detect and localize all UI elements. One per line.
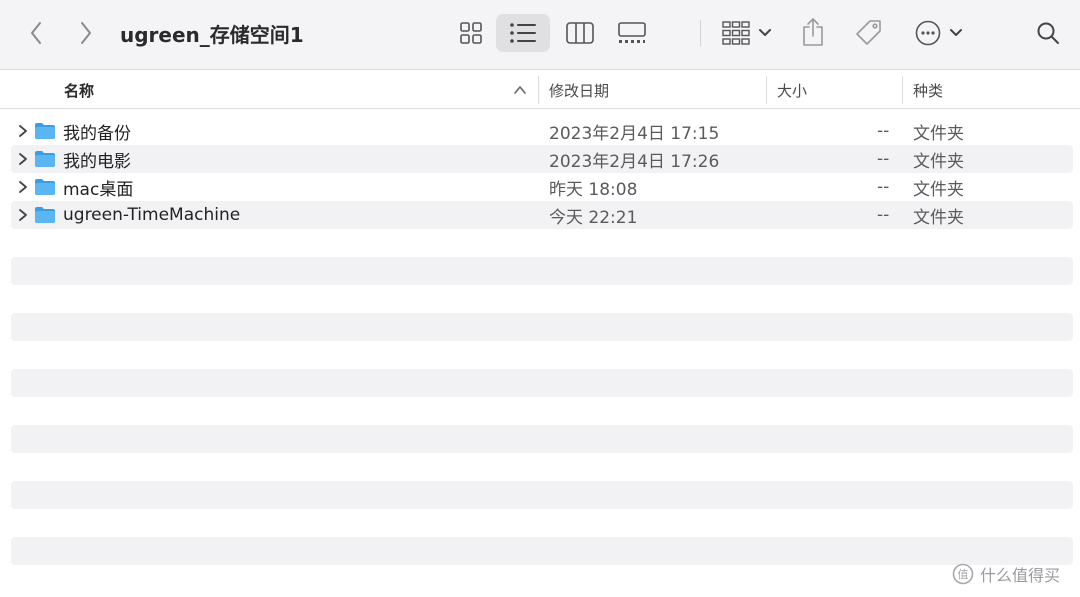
icon-view-button[interactable]	[454, 18, 488, 48]
toolbar-divider	[700, 20, 701, 46]
group-icon	[722, 21, 750, 45]
folder-icon	[35, 151, 55, 167]
group-button[interactable]	[718, 16, 776, 50]
list-view-button[interactable]	[496, 14, 550, 52]
file-name: 我的备份	[63, 123, 131, 144]
column-kind-header[interactable]: 种类	[913, 71, 943, 109]
column-divider[interactable]	[766, 76, 767, 104]
file-size: --	[877, 177, 890, 197]
chevron-down-icon	[759, 29, 771, 36]
file-row[interactable]: ugreen-TimeMachine 今天 22:21 -- 文件夹	[11, 201, 1073, 229]
file-date: 今天 22:21	[549, 207, 638, 228]
list-view-icon	[510, 23, 536, 43]
empty-row-stripe	[11, 257, 1073, 285]
file-date: 2023年2月4日 17:15	[549, 123, 720, 144]
chevron-right-icon	[81, 22, 91, 44]
file-name: mac桌面	[63, 179, 134, 200]
folder-icon	[35, 123, 55, 139]
sort-ascending-icon[interactable]	[512, 83, 528, 97]
column-header: 名称 修改日期 大小 种类	[0, 71, 1080, 109]
empty-row-stripe	[11, 537, 1073, 565]
disclosure-triangle-icon[interactable]	[17, 124, 29, 138]
toolbar: ugreen_存储空间1	[0, 0, 1080, 70]
gallery-view-icon	[618, 22, 646, 43]
file-date: 昨天 18:08	[549, 179, 638, 200]
empty-row-stripe	[11, 313, 1073, 341]
share-icon	[803, 18, 823, 46]
watermark-logo-icon: 值	[952, 563, 974, 585]
file-kind: 文件夹	[913, 151, 964, 172]
file-row[interactable]: mac桌面 昨天 18:08 -- 文件夹	[11, 173, 1073, 201]
column-view-icon	[566, 22, 594, 44]
file-kind: 文件夹	[913, 123, 964, 144]
column-view-button[interactable]	[560, 18, 600, 48]
file-size: --	[877, 121, 890, 141]
column-name-header[interactable]: 名称	[64, 71, 94, 109]
file-size: --	[877, 149, 890, 169]
disclosure-triangle-icon[interactable]	[17, 152, 29, 166]
empty-row-stripe	[11, 425, 1073, 453]
file-date: 2023年2月4日 17:26	[549, 151, 720, 172]
more-icon	[915, 20, 941, 46]
watermark: 值 什么值得买	[952, 562, 1060, 586]
back-button[interactable]	[22, 18, 50, 48]
svg-text:值: 值	[958, 568, 969, 581]
forward-button[interactable]	[72, 18, 100, 48]
column-divider[interactable]	[538, 76, 539, 104]
icon-view-icon	[460, 22, 482, 44]
search-button[interactable]	[1030, 16, 1066, 50]
chevron-left-icon	[31, 22, 41, 44]
file-size: --	[877, 205, 890, 225]
search-icon	[1037, 22, 1059, 44]
file-kind: 文件夹	[913, 207, 964, 228]
share-button[interactable]	[798, 14, 828, 50]
file-kind: 文件夹	[913, 179, 964, 200]
empty-row-stripe	[11, 369, 1073, 397]
folder-icon	[35, 207, 55, 223]
gallery-view-button[interactable]	[612, 18, 652, 48]
watermark-text: 什么值得买	[980, 566, 1061, 585]
file-name: 我的电影	[63, 151, 131, 172]
window-title: ugreen_存储空间1	[120, 23, 304, 47]
chevron-down-icon	[950, 29, 962, 36]
column-size-header[interactable]: 大小	[777, 71, 807, 109]
file-row[interactable]: 我的备份 2023年2月4日 17:15 -- 文件夹	[11, 117, 1073, 145]
file-name: ugreen-TimeMachine	[63, 205, 241, 225]
column-date-header[interactable]: 修改日期	[549, 71, 609, 109]
empty-row-stripe	[11, 481, 1073, 509]
disclosure-triangle-icon[interactable]	[17, 208, 29, 222]
tag-icon	[856, 20, 881, 45]
file-row[interactable]: 我的电影 2023年2月4日 17:26 -- 文件夹	[11, 145, 1073, 173]
folder-icon	[35, 179, 55, 195]
column-divider[interactable]	[902, 76, 903, 104]
more-actions-button[interactable]	[910, 16, 968, 50]
tag-button[interactable]	[852, 16, 886, 50]
disclosure-triangle-icon[interactable]	[17, 180, 29, 194]
